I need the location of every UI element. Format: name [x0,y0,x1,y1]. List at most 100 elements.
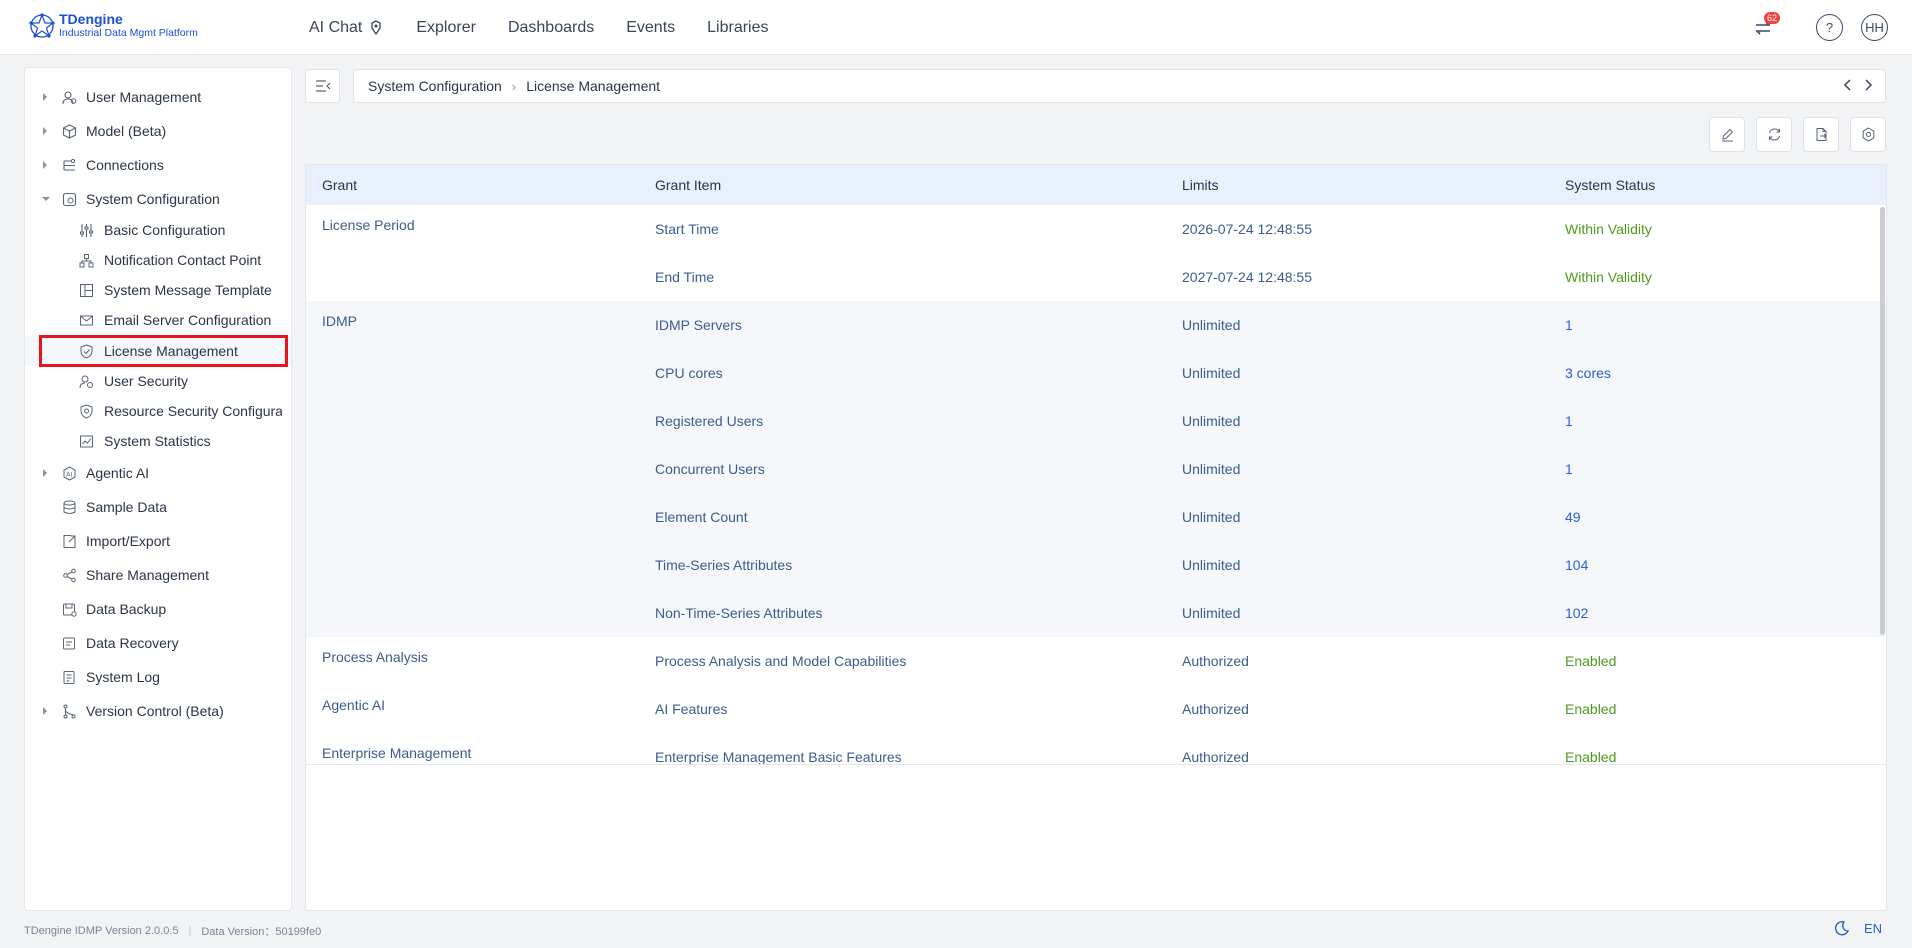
top-bar: TDengine Industrial Data Mgmt Platform A… [0,0,1912,55]
grant-item: CPU cores [655,365,723,381]
caret-right-icon[interactable] [43,469,47,477]
status-value: 49 [1565,509,1581,525]
nav-events[interactable]: Events [626,19,675,37]
grant-item: AI Features [655,701,728,717]
table-group: Process Analysis Process Analysis and Mo… [306,637,1886,685]
table-row: Element Count Unlimited 49 [306,493,1886,541]
sidebar-item-label: System Message Template [104,282,272,298]
sidebar-item-user-management[interactable]: User Management [25,82,291,112]
table-row: Registered Users Unlimited 1 [306,397,1886,445]
sidebar: User Management Model (Beta) Connections… [24,67,292,911]
nav-dashboards[interactable]: Dashboards [508,19,594,37]
help-button[interactable]: ? [1816,14,1843,41]
sidebar-item-sample-data[interactable]: Sample Data [25,492,291,522]
status-value: 1 [1565,413,1573,429]
share-icon [61,567,77,583]
toolbar [1698,117,1886,152]
nav-ai-chat[interactable]: AI Chat [309,19,384,37]
dark-mode-toggle[interactable] [1834,920,1850,936]
grant-limit: 2026-07-24 12:48:55 [1182,221,1312,237]
column-header-grant: Grant [322,177,358,193]
caret-right-icon[interactable] [43,161,47,169]
app-logo[interactable]: TDengine Industrial Data Mgmt Platform [28,12,198,40]
sidebar-item-system-message-template[interactable]: System Message Template [25,275,291,305]
contact-point-icon [78,252,94,268]
caret-down-icon[interactable] [42,197,50,201]
sidebar-item-label: User Management [86,89,202,105]
notifications-button[interactable]: 62 [1750,11,1781,41]
sidebar-item-basic-configuration[interactable]: Basic Configuration [25,215,291,245]
avatar[interactable]: HH [1861,14,1888,41]
refresh-icon [1768,128,1780,141]
footer: TDengine IDMP Version 2.0.0.5 | Data Ver… [24,923,321,939]
sidebar-item-system-configuration[interactable]: System Configuration [25,184,291,214]
grant-limit: Unlimited [1182,317,1241,333]
caret-right-icon[interactable] [43,93,47,101]
sidebar-item-import-export[interactable]: Import/Export [25,526,291,556]
sparkle-icon [371,19,382,35]
data-version: Data Version：50199fe0 [201,926,322,938]
status-value: 104 [1565,557,1589,573]
sidebar-item-agentic-ai[interactable]: AI Agentic AI [25,458,291,488]
sidebar-item-label: Model (Beta) [86,123,167,139]
grant-limit: Unlimited [1182,461,1241,477]
table-scrollbar[interactable] [1880,207,1885,635]
refresh-button[interactable] [1756,117,1792,152]
breadcrumb-parent[interactable]: System Configuration [368,78,502,94]
template-icon [78,282,94,298]
grant-item: Start Time [655,221,719,237]
chevron-right-icon: › [511,78,517,94]
table-row: IDMP Servers Unlimited 1 [306,301,1886,349]
cube-icon [61,123,77,139]
export-button[interactable] [1803,117,1839,152]
sidebar-item-model[interactable]: Model (Beta) [25,116,291,146]
license-panel: Grant Grant Item Limits System Status Li… [305,164,1887,911]
grant-item: Element Count [655,509,748,525]
table-row: Enterprise Management Basic Features Aut… [306,733,1886,765]
sidebar-item-label: Import/Export [86,533,171,549]
grant-limit: 2027-07-24 12:48:55 [1182,269,1312,285]
table-row: CPU cores Unlimited 3 cores [306,349,1886,397]
edit-button[interactable] [1709,117,1745,152]
moon-icon [1834,921,1850,936]
resource-security-icon [78,403,94,419]
sidebar-item-connections[interactable]: Connections [25,150,291,180]
system-config-icon [61,191,77,207]
nav-explorer[interactable]: Explorer [416,19,476,37]
sidebar-item-user-security[interactable]: User Security [25,366,291,396]
settings-button[interactable] [1850,117,1886,152]
status-value: Within Validity [1565,269,1652,285]
sidebar-item-label: Sample Data [86,499,167,515]
sidebar-item-system-statistics[interactable]: System Statistics [25,426,291,456]
status-value: 102 [1565,605,1589,621]
sidebar-item-share-management[interactable]: Share Management [25,560,291,590]
sidebar-item-email-server-configuration[interactable]: Email Server Configuration [25,305,291,335]
sidebar-item-notification-contact-point[interactable]: Notification Contact Point [25,245,291,275]
app-version: TDengine IDMP Version 2.0.0.5 [24,925,179,937]
import-export-icon [61,533,77,549]
sidebar-item-version-control[interactable]: Version Control (Beta) [25,696,291,726]
sliders-icon [78,222,94,238]
grant-limit: Unlimited [1182,557,1241,573]
status-value: Enabled [1565,749,1617,765]
collapse-sidebar-button[interactable] [305,69,340,103]
caret-right-icon[interactable] [43,707,47,715]
status-value: Within Validity [1565,221,1652,237]
chevron-right-icon[interactable] [1863,78,1873,95]
grant-limit: Unlimited [1182,509,1241,525]
sidebar-item-label: Connections [86,157,164,173]
logo-subtitle: Industrial Data Mgmt Platform [59,27,198,39]
branch-icon [61,703,77,719]
language-switch[interactable]: EN [1864,921,1882,936]
caret-right-icon[interactable] [43,127,47,135]
nav-libraries[interactable]: Libraries [707,19,768,37]
sidebar-item-system-log[interactable]: System Log [25,662,291,692]
grant-item: Time-Series Attributes [655,557,793,573]
status-value: Enabled [1565,653,1617,669]
sidebar-item-resource-security[interactable]: Resource Security Configuration [25,396,291,426]
chevron-left-icon[interactable] [1843,78,1853,95]
connections-icon [61,157,77,173]
svg-text:AI: AI [66,470,72,478]
sidebar-item-data-recovery[interactable]: Data Recovery [25,628,291,658]
sidebar-item-data-backup[interactable]: Data Backup [25,594,291,624]
